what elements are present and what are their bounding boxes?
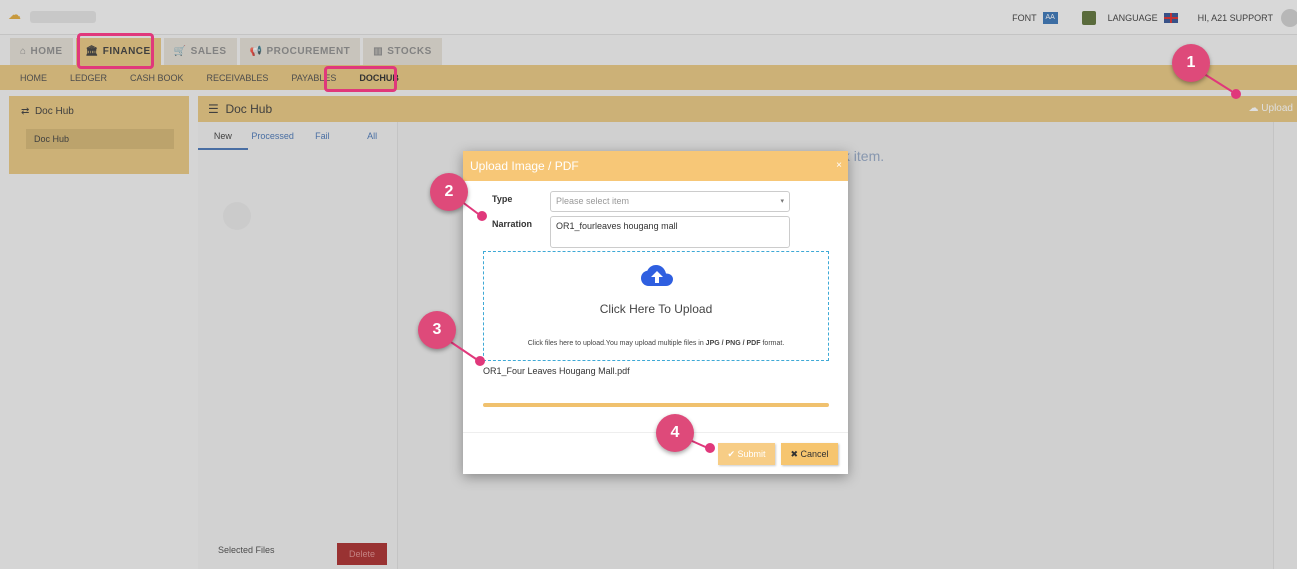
callout-connectors bbox=[435, 64, 1237, 450]
callout-dot-4 bbox=[705, 443, 715, 453]
callout-dot-2 bbox=[477, 211, 487, 221]
callout-3: 3 bbox=[418, 311, 456, 349]
callout-dot-3 bbox=[475, 356, 485, 366]
callout-4: 4 bbox=[656, 414, 694, 452]
callout-1: 1 bbox=[1172, 44, 1210, 82]
callout-dot-1 bbox=[1231, 89, 1241, 99]
callout-2: 2 bbox=[430, 173, 468, 211]
